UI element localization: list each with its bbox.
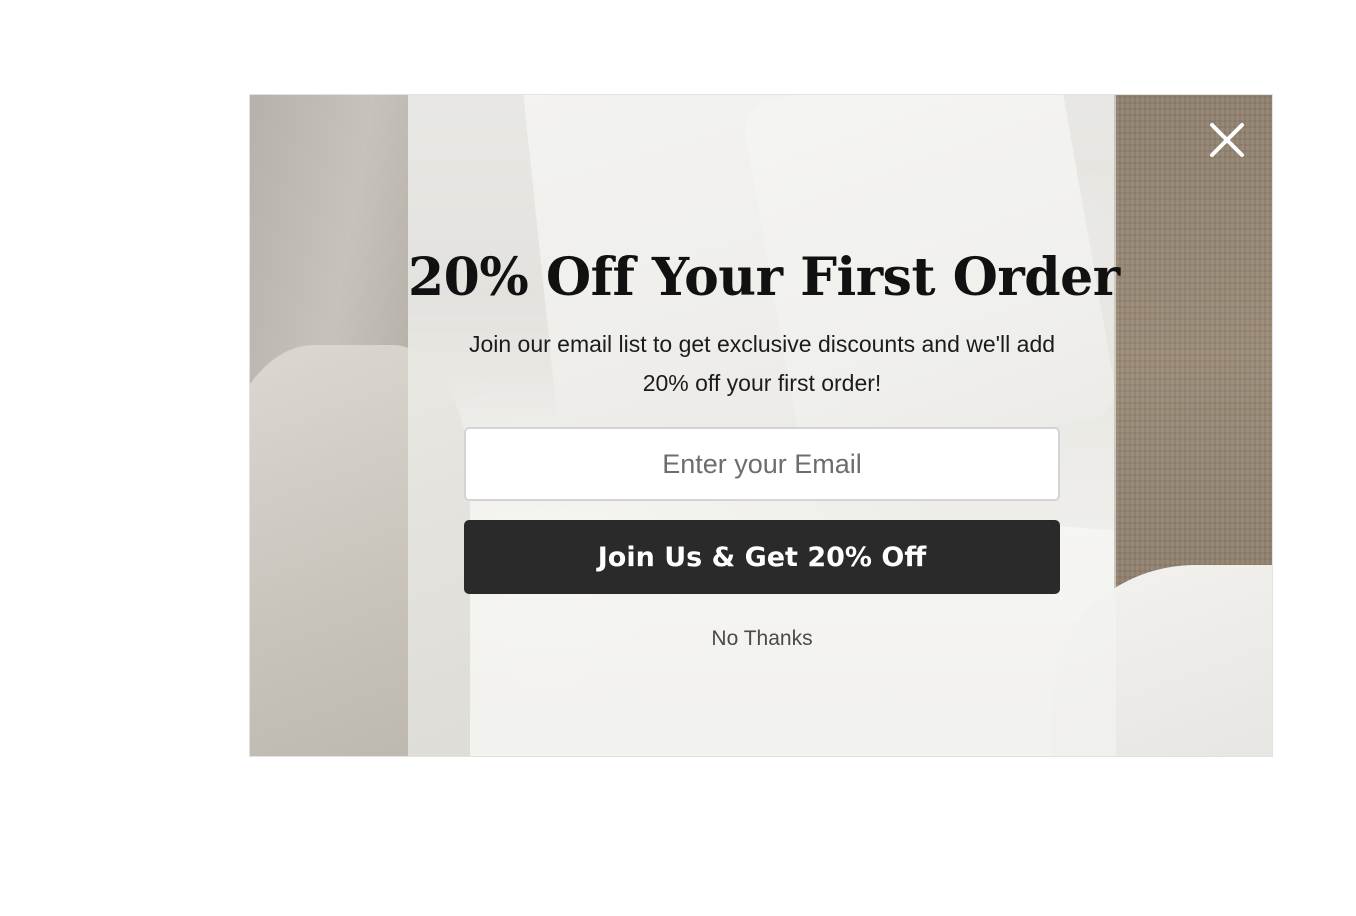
popup-subtitle: Join our email list to get exclusive dis…: [468, 331, 1056, 396]
signup-popup: 20% Off Your First Order Join our email …: [249, 94, 1273, 757]
no-thanks-link[interactable]: No Thanks: [408, 627, 1116, 651]
content-panel: 20% Off Your First Order Join our email …: [408, 95, 1120, 756]
join-button[interactable]: Join Us & Get 20% Off: [464, 520, 1060, 594]
close-icon: [1206, 119, 1248, 161]
email-input[interactable]: [464, 427, 1060, 501]
popup-title: 20% Off Your First Order: [408, 247, 1120, 308]
close-button[interactable]: [1206, 119, 1248, 161]
